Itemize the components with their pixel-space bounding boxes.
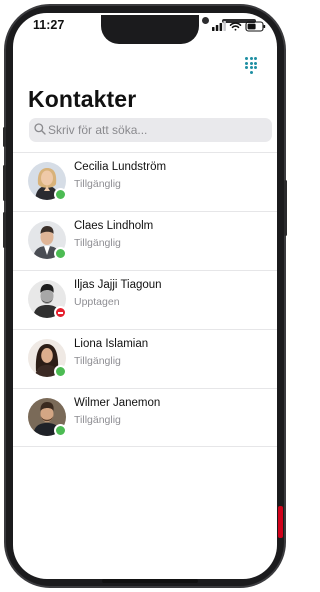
home-indicator[interactable] — [102, 579, 198, 583]
presence-available-icon — [54, 247, 67, 260]
power-button — [284, 180, 287, 236]
search-input[interactable]: Skriv för att söka... — [29, 118, 272, 142]
red-edge-marker — [278, 506, 283, 538]
signal-icon — [212, 21, 226, 31]
contact-row[interactable]: Iljas Jajji Tiagoun Upptagen — [13, 270, 277, 329]
contact-row[interactable]: Cecilia Lundström Tillgänglig — [13, 152, 277, 211]
wifi-icon — [229, 22, 242, 31]
presence-available-icon — [54, 365, 67, 378]
status-time: 11:27 — [33, 18, 65, 32]
contact-status: Tillgänglig — [74, 414, 121, 426]
presence-busy-icon — [54, 306, 67, 319]
contact-name: Liona Islamian — [74, 338, 149, 350]
contact-status: Tillgänglig — [74, 237, 121, 249]
presence-available-icon — [54, 424, 67, 437]
contact-row[interactable]: Claes Lindholm Tillgänglig — [13, 211, 277, 270]
contact-status: Upptagen — [74, 296, 120, 308]
search-placeholder: Skriv för att söka... — [48, 123, 148, 137]
contact-row[interactable]: Liona Islamian Tillgänglig — [13, 329, 277, 388]
dialpad-icon[interactable] — [245, 57, 257, 74]
presence-available-icon — [54, 188, 67, 201]
contact-status: Tillgänglig — [74, 178, 121, 190]
mute-switch — [3, 127, 6, 147]
contact-name: Claes Lindholm — [74, 220, 154, 232]
search-icon — [34, 123, 46, 135]
contact-name: Iljas Jajji Tiagoun — [74, 279, 162, 291]
status-icons — [198, 19, 268, 32]
page-title: Kontakter — [28, 86, 137, 112]
contact-list: Cecilia Lundström Tillgänglig Claes Lind… — [13, 152, 277, 447]
battery-icon — [245, 21, 266, 32]
contact-status: Tillgänglig — [74, 355, 121, 367]
contact-name: Wilmer Janemon — [74, 397, 161, 409]
volume-down-button — [3, 212, 6, 248]
notch — [101, 15, 256, 44]
contact-name: Cecilia Lundström — [74, 161, 167, 173]
contact-row[interactable]: Wilmer Janemon Tillgänglig — [13, 388, 277, 447]
volume-up-button — [3, 165, 6, 201]
